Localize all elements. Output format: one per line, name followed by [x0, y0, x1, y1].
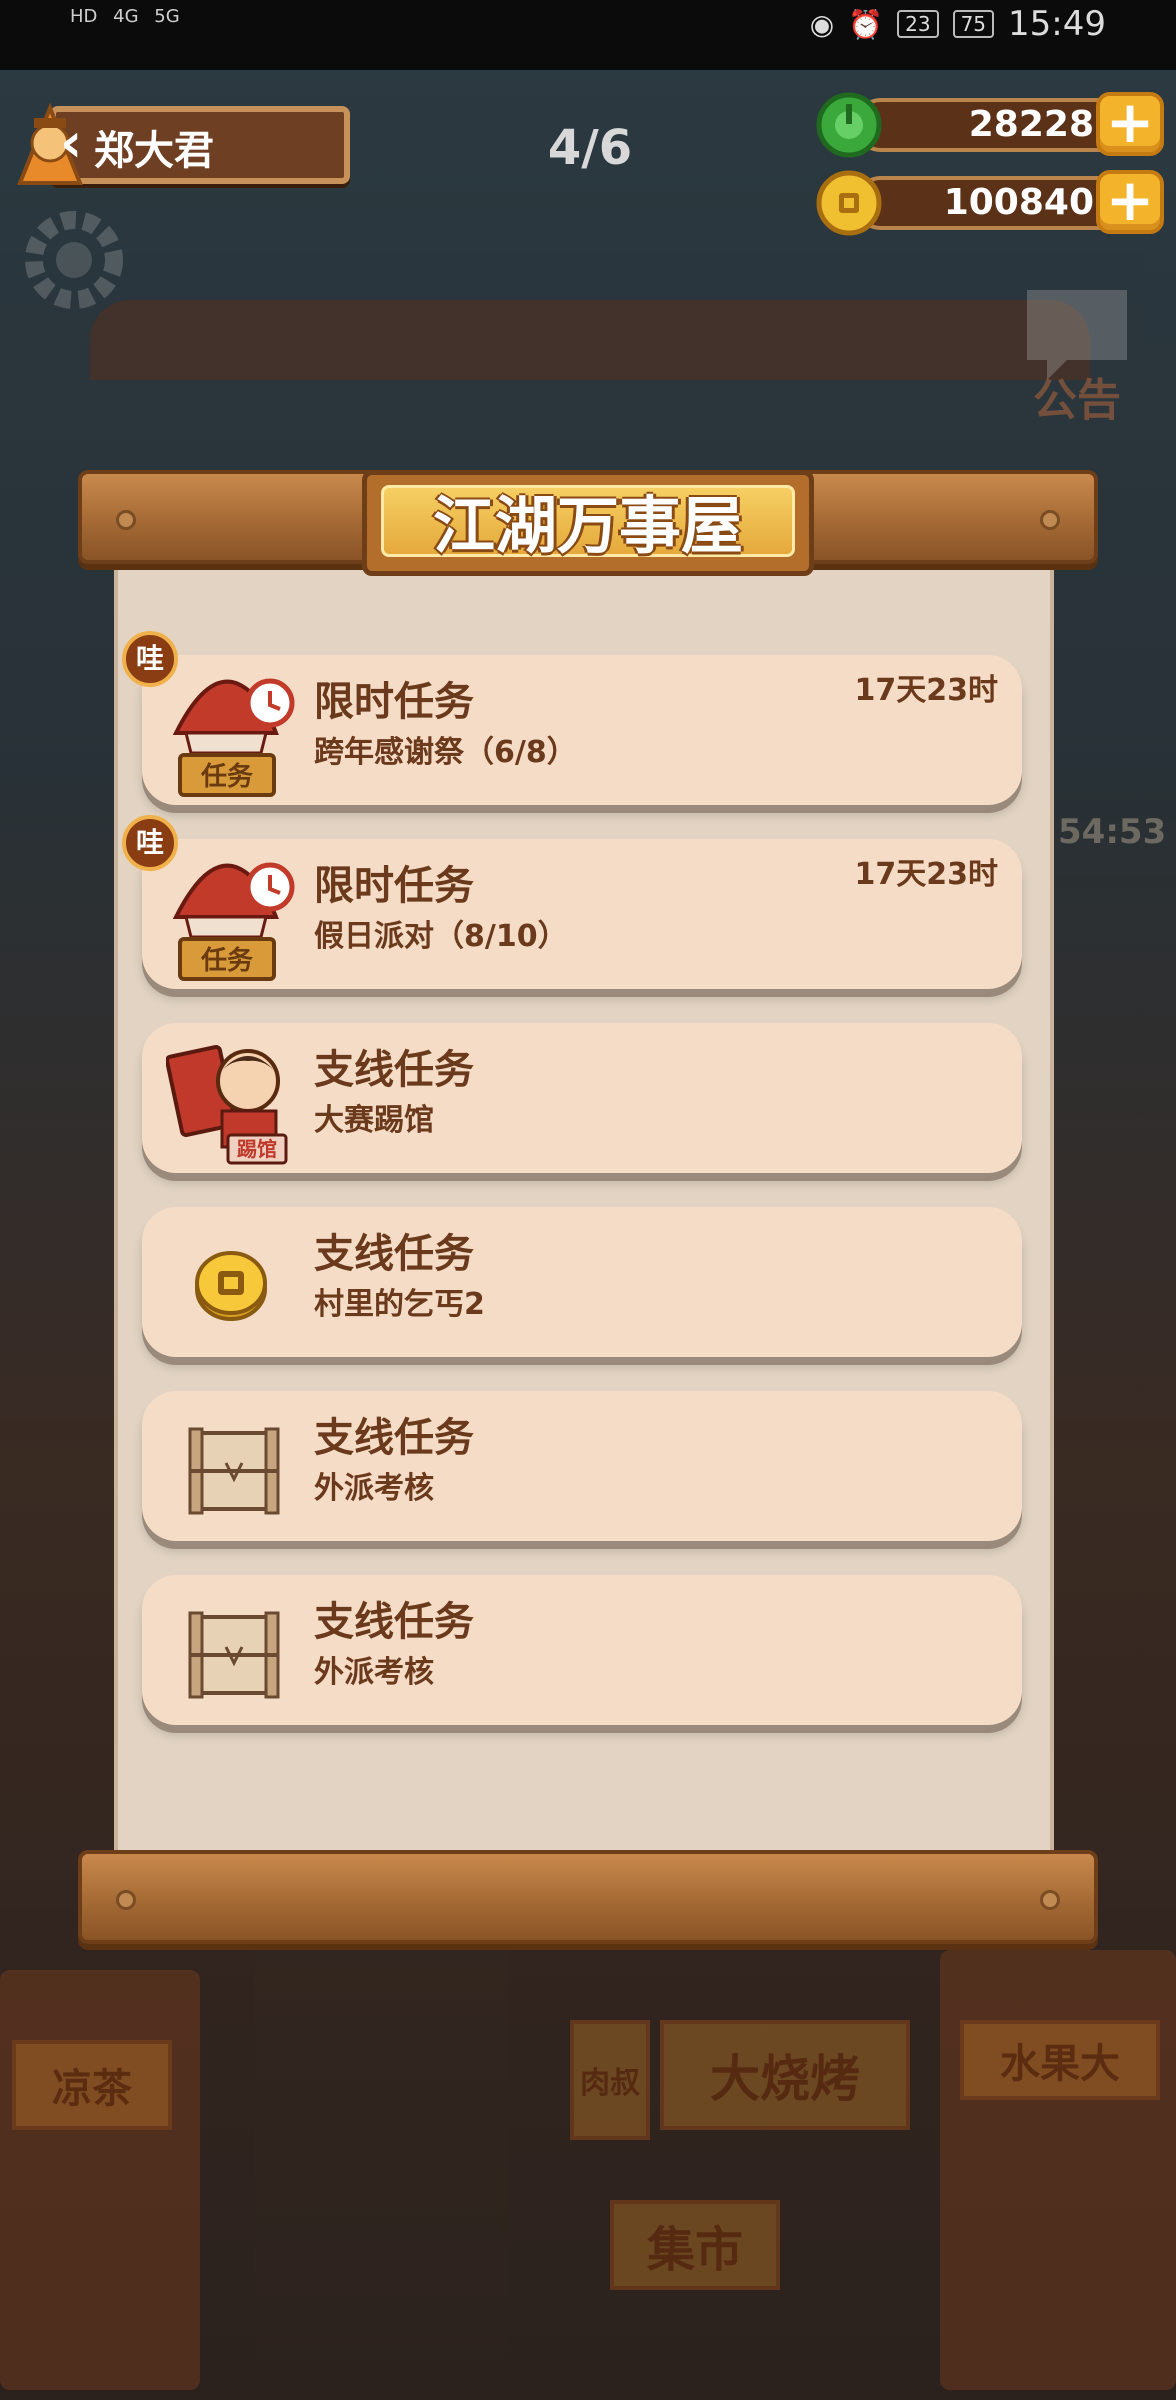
task-item-3[interactable]: 支线任务 村里的乞丐2 [142, 1207, 1022, 1357]
scroll-icon [188, 1611, 280, 1699]
task-item-5[interactable]: 支线任务 外派考核 [142, 1575, 1022, 1725]
battery-indicator: 75 [952, 10, 995, 38]
network-indicators: HD 4G 5G [70, 6, 190, 27]
task-item-4[interactable]: 支线任务 外派考核 [142, 1391, 1022, 1541]
task-icon-label: 任务 [200, 946, 253, 976]
task-title: 支线任务 [314, 1415, 474, 1461]
fruit-sign: 水果大 [960, 2020, 1160, 2100]
player-name: 郑大君 [94, 128, 214, 174]
add-coin-button[interactable]: + [1096, 170, 1164, 234]
back-button[interactable]: ‹ 郑大君 [10, 98, 350, 188]
coin-icon [195, 1251, 267, 1321]
modal-title: 江湖万事屋 [381, 485, 795, 562]
4g-indicator: 4G [113, 6, 139, 27]
alarm-icon: ⏰ [848, 7, 884, 41]
tea-sign: 凉茶 [12, 2040, 172, 2130]
scroll-icon [188, 1427, 280, 1515]
uncle-sign: 肉叔 [570, 2020, 650, 2140]
task-icon-label: 踢馆 [237, 1137, 277, 1161]
chevron-left-icon: ‹ [60, 111, 83, 174]
task-icon-label: 任务 [200, 762, 253, 792]
modal-title-plate: 江湖万事屋 [362, 470, 814, 576]
bolt-icon [1040, 1890, 1060, 1910]
gear-icon[interactable] [14, 200, 134, 320]
notice-label: 公告 [1033, 375, 1121, 426]
notice-button[interactable]: 公告 [1012, 280, 1142, 430]
modal-bottom-beam [78, 1850, 1098, 1944]
5g-indicator: 5G [154, 6, 180, 27]
gate-archway [90, 300, 1090, 380]
task-title: 限时任务 [314, 679, 474, 725]
task-item-0[interactable]: 哇 任务 限时任务 跨年感谢祭（6/8） 17天23时 [122, 631, 1022, 805]
bbq-sign: 大烧烤 [660, 2020, 910, 2130]
notice-icon: 公告 [1027, 290, 1127, 426]
event-timer-text: 54:53 [1058, 812, 1167, 852]
eye-icon: ◉ [809, 7, 835, 41]
limited-task-tent-icon: 任务 [172, 862, 295, 981]
clock: 15:49 [1008, 4, 1106, 44]
right-stall [940, 1950, 1176, 2390]
task-subtitle: 大赛踢馆 [314, 1103, 434, 1138]
task-subtitle: 外派考核 [314, 1471, 434, 1506]
limited-task-tent-icon: 任务 [172, 678, 295, 797]
add-jade-button[interactable]: + [1096, 92, 1164, 156]
coin-resource: 100840 + [814, 166, 1164, 236]
task-item-1[interactable]: 哇 任务 限时任务 假日派对（8/10） 17天23时 [122, 815, 1022, 989]
task-subtitle: 跨年感谢祭（6/8） [314, 735, 577, 770]
jade-amount: 28228 [854, 98, 1134, 152]
bolt-icon [116, 1890, 136, 1910]
status-right: ◉ ⏰ 23 75 15:49 [810, 4, 1106, 44]
task-timer: 17天23时 [854, 857, 999, 892]
jade-icon [816, 92, 882, 158]
page-indicator: 4/6 [547, 120, 633, 176]
task-timer: 17天23时 [854, 673, 999, 708]
challenger-character-icon: 踢馆 [166, 1045, 288, 1165]
task-title: 限时任务 [314, 863, 474, 909]
bolt-icon [116, 510, 136, 530]
task-title: 支线任务 [314, 1047, 474, 1093]
task-list: 哇 任务 限时任务 跨年感谢祭（6/8） 17天23时 哇 任务 限时任务 假日… [122, 631, 1022, 1759]
market-sign: 集市 [610, 2200, 780, 2290]
task-subtitle: 假日派对（8/10） [314, 919, 568, 954]
hd-indicator: HD [70, 6, 98, 27]
task-title: 支线任务 [314, 1231, 474, 1277]
jade-resource: 28228 + [814, 88, 1164, 158]
task-title: 支线任务 [314, 1599, 474, 1645]
notif-badge: 23 [897, 10, 939, 38]
left-stall [0, 1970, 200, 2390]
task-subtitle: 村里的乞丐2 [314, 1287, 485, 1322]
task-item-2[interactable]: 踢馆 支线任务 大赛踢馆 [142, 1023, 1022, 1173]
status-bar: HD 4G 5G ◉ ⏰ 23 75 15:49 [0, 0, 1176, 70]
bolt-icon [1040, 510, 1060, 530]
task-subtitle: 外派考核 [314, 1655, 434, 1690]
coin-amount: 100840 [854, 176, 1134, 230]
coin-icon [816, 170, 882, 236]
